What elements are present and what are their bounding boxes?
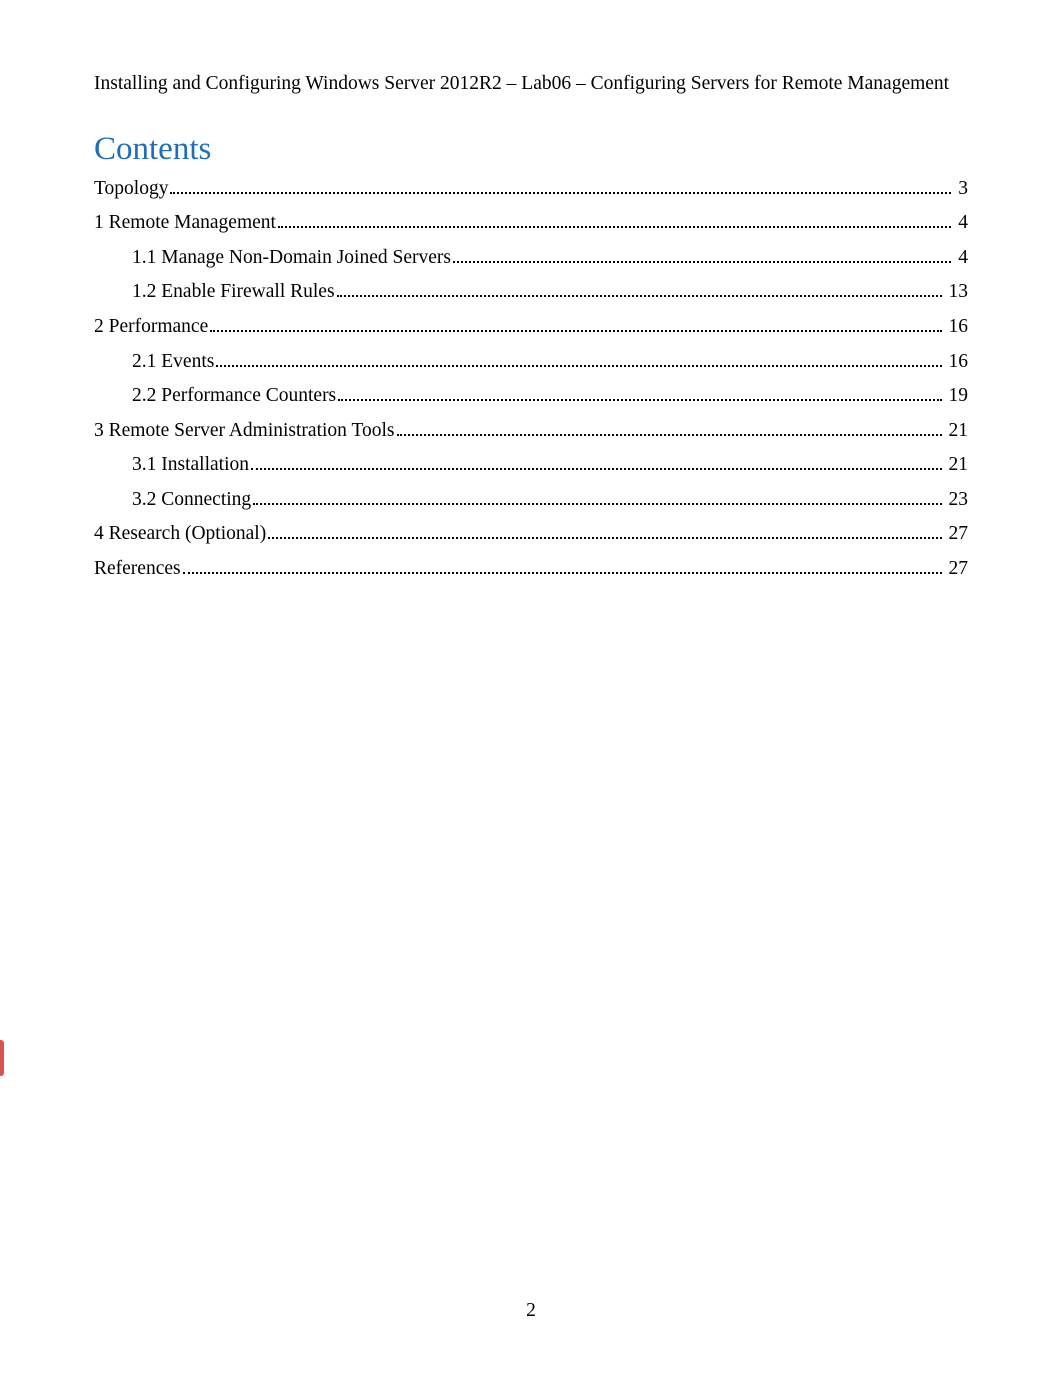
toc-title: 1 Remote Management	[94, 212, 276, 234]
toc-entry[interactable]: Topology 3	[94, 176, 968, 200]
document-header: Installing and Configuring Windows Serve…	[94, 70, 968, 97]
table-of-contents: Topology 3 1 Remote Management 4 1.1 Man…	[94, 176, 968, 580]
toc-leader	[337, 280, 942, 298]
toc-page: 21	[945, 420, 969, 442]
toc-entry[interactable]: 2.2 Performance Counters 19	[94, 384, 968, 408]
toc-entry[interactable]: 2 Performance 16	[94, 314, 968, 338]
toc-title: 2 Performance	[94, 316, 208, 338]
toc-entry[interactable]: References 27	[94, 556, 968, 580]
toc-page: 19	[945, 385, 969, 407]
toc-leader	[210, 314, 941, 332]
toc-entry[interactable]: 3.1 Installation 21	[94, 453, 968, 477]
toc-title: 1.2 Enable Firewall Rules	[132, 281, 335, 303]
toc-title: Topology	[94, 178, 168, 200]
page-number: 2	[0, 1300, 1062, 1322]
toc-leader	[338, 384, 941, 402]
toc-leader	[216, 349, 941, 367]
toc-entry[interactable]: 1.1 Manage Non-Domain Joined Servers 4	[94, 245, 968, 269]
toc-leader	[170, 176, 951, 194]
toc-leader	[183, 556, 942, 574]
toc-leader	[253, 487, 941, 505]
toc-leader	[278, 211, 951, 229]
toc-page: 21	[945, 454, 969, 476]
toc-page: 3	[954, 178, 968, 200]
toc-page: 13	[945, 281, 969, 303]
contents-heading: Contents	[94, 131, 968, 168]
toc-leader	[268, 522, 941, 540]
toc-title: 3 Remote Server Administration Tools	[94, 420, 395, 442]
toc-title: 4 Research (Optional)	[94, 523, 266, 545]
toc-page: 27	[945, 523, 969, 545]
toc-title: 3.1 Installation	[132, 454, 249, 476]
toc-entry[interactable]: 4 Research (Optional) 27	[94, 522, 968, 546]
toc-page: 4	[954, 212, 968, 234]
toc-title: 2.2 Performance Counters	[132, 385, 336, 407]
toc-page: 16	[945, 316, 969, 338]
toc-title: 3.2 Connecting	[132, 489, 251, 511]
toc-page: 23	[945, 489, 969, 511]
toc-leader	[453, 245, 951, 263]
toc-leader	[397, 418, 942, 436]
toc-entry[interactable]: 1.2 Enable Firewall Rules 13	[94, 280, 968, 304]
toc-title: 2.1 Events	[132, 351, 214, 373]
toc-page: 16	[945, 351, 969, 373]
toc-entry[interactable]: 1 Remote Management 4	[94, 211, 968, 235]
toc-page: 27	[945, 558, 969, 580]
document-page: Installing and Configuring Windows Serve…	[0, 0, 1062, 1376]
toc-title: References	[94, 558, 181, 580]
toc-leader	[251, 453, 942, 471]
toc-page: 4	[954, 247, 968, 269]
toc-entry[interactable]: 3.2 Connecting 23	[94, 487, 968, 511]
toc-entry[interactable]: 3 Remote Server Administration Tools 21	[94, 418, 968, 442]
toc-title: 1.1 Manage Non-Domain Joined Servers	[132, 247, 451, 269]
toc-entry[interactable]: 2.1 Events 16	[94, 349, 968, 373]
